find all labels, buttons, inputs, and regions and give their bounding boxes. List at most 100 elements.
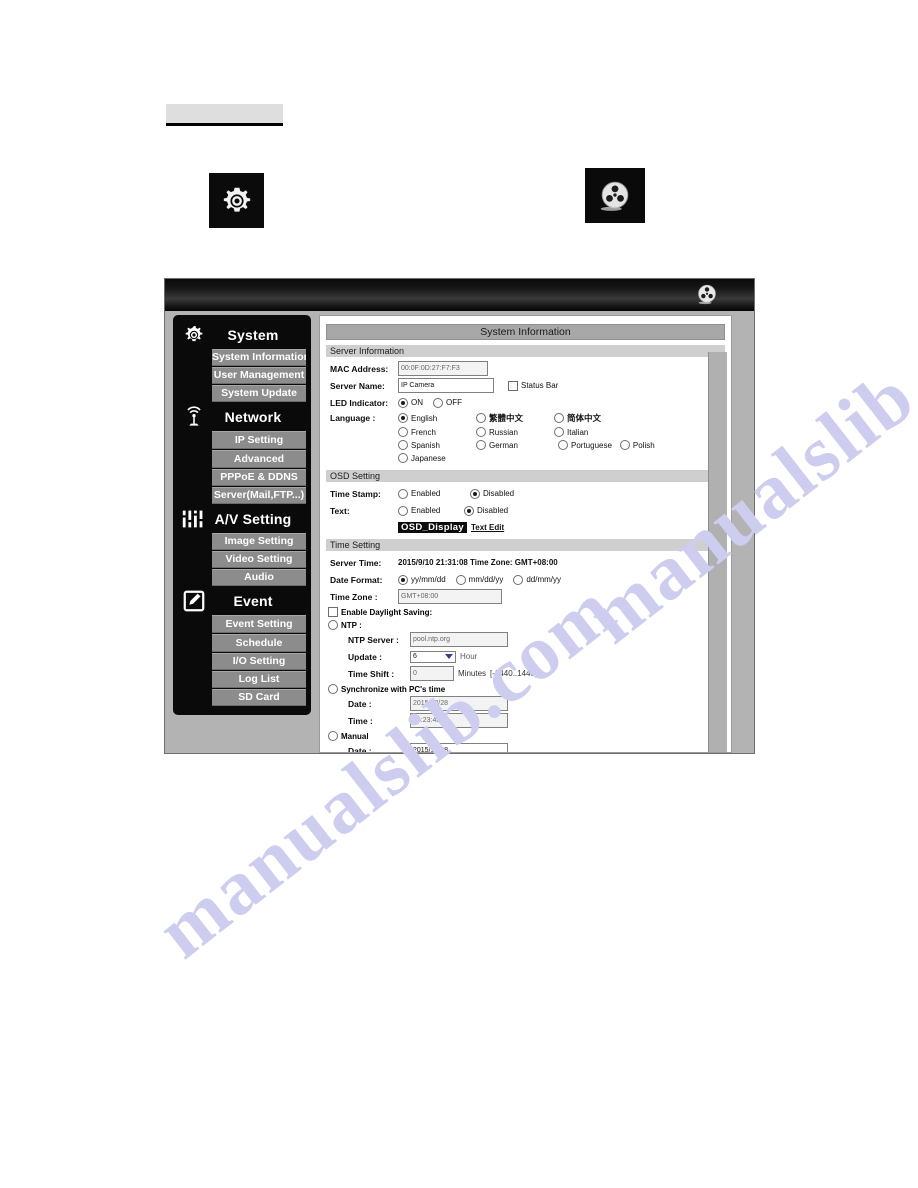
sidebar-item-sd-card[interactable]: SD Card: [212, 689, 306, 706]
chevron-down-icon: [445, 653, 453, 659]
language-radio-portuguese[interactable]: [558, 440, 568, 450]
field-row-server-name: Server Name: IP Camera Status Bar: [326, 378, 725, 393]
sidebar-item-user-management[interactable]: User Management: [212, 367, 306, 384]
language-option-french[interactable]: French: [398, 427, 476, 437]
sidebar-item-event-setting[interactable]: Event Setting: [212, 615, 306, 633]
language-radio-french[interactable]: [398, 427, 408, 437]
gear-icon-badge: [209, 173, 264, 228]
language-option-russian[interactable]: Russian: [476, 427, 554, 437]
text-enabled-radio[interactable]: [398, 505, 408, 516]
date-format-option-mmddyy[interactable]: mm/dd/yy: [455, 574, 504, 585]
manual-option[interactable]: Manual: [326, 731, 725, 741]
date-format-radio-mmddyy[interactable]: [455, 574, 466, 585]
daylight-saving-checkbox[interactable]: [328, 607, 338, 617]
update-interval-select[interactable]: 6: [410, 650, 456, 663]
language-option-polish[interactable]: Polish: [619, 440, 655, 450]
date-format-radio-ddmmyy[interactable]: [513, 574, 524, 585]
sidebar-item-pppoe-ddns[interactable]: PPPoE & DDNS: [212, 469, 306, 486]
date-format-radio-yymmdd[interactable]: [398, 574, 408, 585]
language-radio-polish[interactable]: [619, 440, 630, 450]
sidebar-item-io-setting[interactable]: I/O Setting: [212, 653, 306, 670]
time-shift-range-label: [-1440..1440]: [490, 669, 538, 678]
led-on-radio[interactable]: [398, 397, 408, 408]
nav-header-av-setting[interactable]: A/V Setting: [173, 505, 311, 533]
sidebar-item-audio[interactable]: Audio: [212, 569, 306, 586]
label-sync-date: Date :: [348, 698, 372, 709]
label-sync-time: Time :: [348, 715, 373, 726]
sidebar-item-log-list[interactable]: Log List: [212, 671, 306, 688]
language-label-traditional-chinese: 繁體中文: [489, 413, 524, 423]
time-stamp-enabled-option[interactable]: Enabled: [398, 488, 460, 499]
server-name-input[interactable]: IP Camera: [398, 378, 494, 393]
sync-time-input[interactable]: 16:23:43: [410, 713, 508, 728]
language-radio-english[interactable]: [398, 413, 408, 423]
sidebar-item-system-information[interactable]: System Information: [212, 349, 306, 366]
language-option-english[interactable]: English: [398, 412, 476, 424]
content-scrollbar[interactable]: [708, 352, 727, 752]
time-stamp-disabled-radio[interactable]: [470, 488, 480, 499]
sync-pc-option[interactable]: Synchronize with PC's time: [326, 684, 725, 694]
nav-header-network[interactable]: Network: [173, 403, 311, 431]
sidebar-item-schedule[interactable]: Schedule: [212, 634, 306, 652]
sidebar-item-system-update[interactable]: System Update: [212, 385, 306, 402]
date-format-label-mmddyy: mm/dd/yy: [468, 575, 504, 584]
led-off-radio[interactable]: [433, 397, 443, 408]
sidebar-item-image-setting[interactable]: Image Setting: [212, 533, 306, 550]
language-radio-russian[interactable]: [476, 427, 486, 437]
label-manual-date: Date :: [348, 745, 372, 753]
language-radio-german[interactable]: [476, 440, 486, 450]
date-format-option-yymmdd[interactable]: yy/mm/dd: [398, 574, 446, 585]
language-option-japanese[interactable]: Japanese: [398, 453, 446, 463]
field-row-text: Text: Enabled Disabled: [326, 503, 725, 518]
status-bar-checkbox[interactable]: [508, 380, 518, 391]
nav-header-system[interactable]: System: [173, 321, 311, 349]
label-mac-address: MAC Address:: [330, 363, 389, 374]
label-time-zone: Time Zone :: [330, 591, 378, 602]
sync-date-input[interactable]: 2015/12/28: [410, 696, 508, 711]
time-stamp-enabled-radio[interactable]: [398, 488, 408, 499]
sidebar-item-video-setting[interactable]: Video Setting: [212, 551, 306, 568]
time-stamp-disabled-option[interactable]: Disabled: [470, 488, 514, 499]
language-label-portuguese: Portuguese: [571, 440, 612, 450]
language-radio-simplified-chinese[interactable]: [554, 413, 564, 423]
text-edit-link[interactable]: Text Edit: [471, 523, 504, 532]
field-row-language: Language : English 繁體中文 简体中文 French Russ…: [326, 412, 725, 466]
field-row-update: Update : 6 Hour: [326, 649, 725, 664]
language-option-italian[interactable]: Italian: [554, 427, 632, 437]
sync-pc-radio[interactable]: [328, 684, 338, 694]
page-title: System Information: [326, 324, 725, 340]
time-shift-input[interactable]: 0: [410, 666, 454, 681]
language-radio-spanish[interactable]: [398, 440, 408, 450]
nav-header-event[interactable]: Event: [173, 587, 311, 615]
led-off-option[interactable]: OFF: [433, 397, 462, 408]
manual-radio[interactable]: [328, 731, 338, 741]
ntp-server-input[interactable]: pool.ntp.org: [410, 632, 508, 647]
sidebar-item-advanced[interactable]: Advanced: [212, 450, 306, 468]
language-option-traditional-chinese[interactable]: 繁體中文: [476, 412, 554, 424]
manual-label: Manual: [341, 731, 369, 741]
language-radio-italian[interactable]: [554, 427, 564, 437]
ntp-radio[interactable]: [328, 620, 338, 630]
text-enabled-option[interactable]: Enabled: [398, 505, 454, 516]
manual-date-input[interactable]: 2015/12/28: [410, 743, 508, 752]
text-disabled-radio[interactable]: [464, 505, 474, 516]
text-disabled-option[interactable]: Disabled: [464, 505, 508, 516]
led-on-option[interactable]: ON: [398, 397, 423, 408]
sidebar-item-server-mail-ftp[interactable]: Server(Mail,FTP...): [212, 487, 306, 504]
language-option-german[interactable]: German: [476, 440, 554, 450]
language-label-japanese: Japanese: [411, 453, 446, 463]
field-row-sync-date: Date : 2015/12/28: [326, 696, 725, 711]
daylight-saving-option[interactable]: Enable Daylight Saving:: [326, 607, 725, 617]
ntp-option[interactable]: NTP :: [326, 620, 725, 630]
language-option-portuguese[interactable]: Portuguese: [558, 440, 612, 450]
status-bar-option[interactable]: Status Bar: [508, 380, 558, 391]
sidebar-item-ip-setting[interactable]: IP Setting: [212, 431, 306, 449]
language-radio-traditional-chinese[interactable]: [476, 413, 486, 423]
language-option-simplified-chinese[interactable]: 简体中文: [554, 412, 632, 424]
language-radio-japanese[interactable]: [398, 453, 408, 463]
mac-address-value: 00:0F:0D:27:F7:F3: [398, 361, 488, 376]
time-zone-input[interactable]: GMT+08:00: [398, 589, 502, 604]
sync-pc-label: Synchronize with PC's time: [341, 684, 446, 694]
date-format-option-ddmmyy[interactable]: dd/mm/yy: [513, 574, 561, 585]
language-option-spanish[interactable]: Spanish: [398, 440, 476, 450]
